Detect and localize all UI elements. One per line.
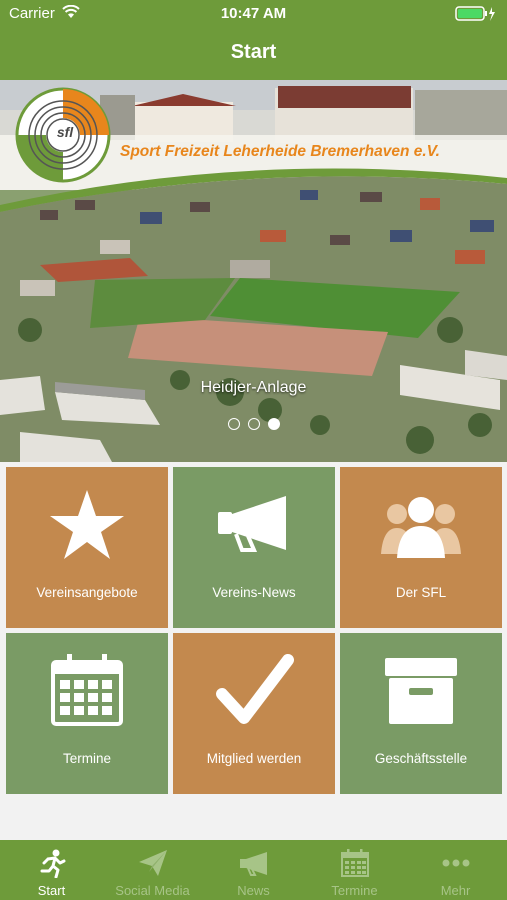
tile-vereinsangebote[interactable]: Vereinsangebote — [6, 467, 168, 628]
tab-news[interactable]: News — [203, 840, 304, 900]
tab-mehr[interactable]: Mehr — [405, 840, 506, 900]
tab-label: Mehr — [440, 883, 471, 898]
star-icon — [50, 490, 124, 559]
tab-social-media[interactable]: Social Media — [102, 840, 203, 900]
group-icon — [381, 497, 461, 558]
tab-label: Social Media — [115, 883, 190, 898]
tile-vereins-news[interactable]: Vereins-News — [173, 467, 335, 628]
menu-grid: Vereinsangebote Vereins-News Der SFL Ter… — [0, 462, 507, 840]
tile-label: Der SFL — [395, 585, 447, 600]
tile-label: Vereins-News — [212, 585, 296, 600]
paper-plane-icon — [139, 850, 167, 876]
checkmark-icon — [216, 654, 294, 724]
page-indicator[interactable] — [0, 417, 507, 435]
megaphone-icon — [218, 496, 286, 552]
tab-termine[interactable]: Termine — [304, 840, 405, 900]
calendar-icon — [51, 654, 123, 726]
tab-start[interactable]: Start — [1, 840, 102, 900]
tile-label: Geschäftsstelle — [374, 751, 468, 766]
tile-geschaeftsstelle[interactable]: Geschäftsstelle — [340, 633, 502, 794]
carousel-caption: Heidjer-Anlage — [200, 379, 307, 396]
club-logo: sfl — [56, 124, 74, 140]
tab-label: News — [237, 883, 270, 898]
megaphone-icon — [240, 852, 267, 876]
page-title: Start — [230, 41, 277, 63]
tile-mitglied-werden[interactable]: Mitglied werden — [173, 633, 335, 794]
tile-label: Vereinsangebote — [36, 585, 138, 600]
more-dots-icon — [442, 859, 470, 867]
tile-label: Termine — [62, 751, 111, 766]
page-dot-3[interactable] — [267, 418, 280, 430]
clock: 10:47 AM — [220, 5, 287, 22]
hero-carousel[interactable]: sfl Sport Freizeit Leherheide Bremerhave… — [0, 80, 507, 462]
tab-label: Start — [37, 883, 66, 898]
battery-icon — [455, 6, 497, 26]
archive-box-icon — [385, 658, 457, 724]
tab-label: Termine — [331, 883, 378, 898]
page-dot-1[interactable] — [227, 418, 240, 430]
tile-label: Mitglied werden — [206, 751, 302, 766]
tab-bar: Start Social Media News Termine Mehr — [0, 840, 507, 900]
club-name-banner: Sport Freizeit Leherheide Bremerhaven e.… — [120, 143, 440, 160]
page-dot-2[interactable] — [247, 418, 260, 430]
runner-icon — [40, 849, 66, 878]
status-bar: Carrier 10:47 AM — [0, 0, 507, 28]
calendar-icon — [341, 849, 369, 877]
tile-termine[interactable]: Termine — [6, 633, 168, 794]
tile-der-sfl[interactable]: Der SFL — [340, 467, 502, 628]
nav-bar: Start — [0, 28, 507, 80]
